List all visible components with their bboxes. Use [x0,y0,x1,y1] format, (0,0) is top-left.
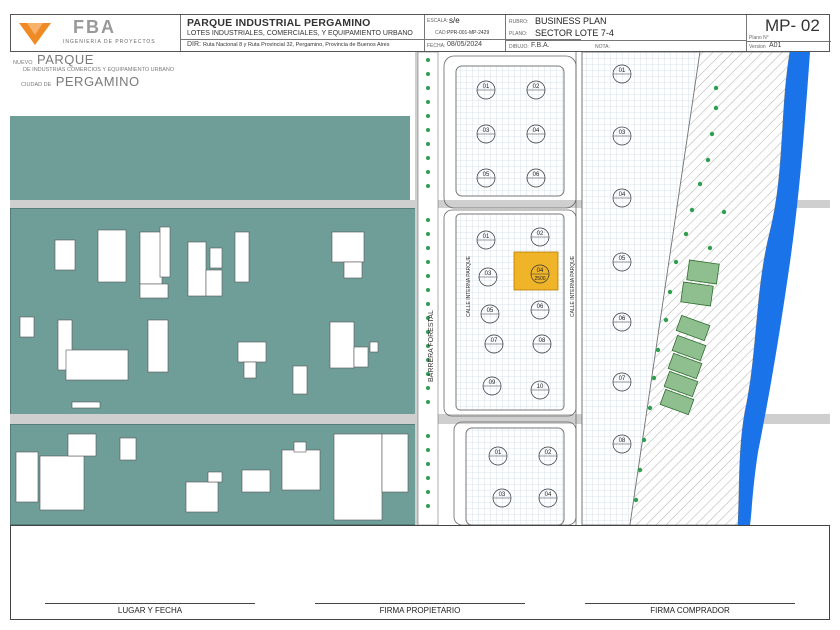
rubro-value: BUSINESS PLAN [535,16,607,26]
lot-number: 02 [533,84,540,90]
dibujo-value: F.B.A. [531,42,550,49]
nota-label: NOTA: [595,44,610,50]
signature-box: LUGAR Y FECHA FIRMA PROPIETARIO FIRMA CO… [10,525,830,620]
road-label-interna-1: CALLE INTERNA PARQUE [466,255,472,317]
lot-number: 07 [619,376,626,382]
address: Ruta Nacional 8 y Ruta Provincial 32, Pe… [203,42,390,48]
lot-number: 03 [485,271,492,277]
version-label: Version [749,44,766,50]
lot-number: 08 [539,338,546,344]
lot-number: 02 [545,450,552,456]
lot-number: 01 [495,450,502,456]
lot-number: 03 [499,492,506,498]
rubro-label: RUBRO: [509,19,529,25]
road-label-forestal: BARRERA FORESTAL [428,310,435,382]
rubro-cell: RUBRO: BUSINESS PLAN PLANO: SECTOR LOTE … [505,15,747,51]
lot-number: 02 [537,231,544,237]
lot-number: 01 [483,84,490,90]
lot-number: 04 [537,268,544,274]
sig-firma-propietario: FIRMA PROPIETARIO [379,606,461,615]
logo-cell: FBA INGENIERIA DE PROYECTOS [11,15,181,51]
project-subtitle: LOTES INDUSTRIALES, COMERCIALES, Y EQUIP… [187,30,413,37]
fecha-label: FECHA: [427,43,446,49]
note-nuevo: NUEVO [13,60,33,66]
lot-number: 04 [545,492,552,498]
lot-number: 05 [619,256,626,262]
lot-number: 06 [619,316,626,322]
lot-number: 05 [483,172,490,178]
project-title: PARQUE INDUSTRIAL PERGAMINO [187,17,371,29]
fba-logo-icon [19,23,51,45]
sig-lugar-fecha: LUGAR Y FECHA [117,606,183,615]
plano-label: PLANO: [509,31,528,37]
sheet-cell: MP- 02 Plano N° Version A01 [747,15,831,51]
lot-number: 10 [537,384,544,390]
lot-number: 08 [619,438,626,444]
cad-label: CAD: [435,30,447,36]
company-subtitle: INGENIERIA DE PROYECTOS [63,39,156,45]
lot-number: 06 [537,304,544,310]
map-title-note: NUEVO PARQUE DE INDUSTRIAS COMERCIOS Y E… [13,52,174,90]
lot-area: 2500 [534,276,545,282]
version-value: A01 [769,42,782,49]
escala-label: ESCALA: [427,18,449,24]
lot-number: 09 [489,380,496,386]
plano-value: SECTOR LOTE 7-4 [535,28,614,38]
lot-block-1 [455,65,565,197]
lot-number: 05 [487,308,494,314]
site-plan-map: 01 02 03 04 05 06 01 02 03 04 2500 05 06 07 08 09 10 01 02… [10,52,830,525]
note-ciudad: CIUDAD DE [21,81,52,88]
fecha-value: 08/05/2024 [447,41,483,48]
scale-cell: ESCALA: s/e CAD: PPR-001-MP-2429 FECHA: … [425,15,505,51]
sheet-code: MP- 02 [765,16,820,35]
lot-number: 06 [533,172,540,178]
lot-number: 03 [619,130,626,136]
note-parque: PARQUE [37,52,94,67]
road-label-interna-2: CALLE INTERNA PARQUE [570,255,576,317]
dibujo-label: DIBUJO: [509,44,529,50]
title-block: FBA INGENIERIA DE PROYECTOS PARQUE INDUS… [10,14,831,52]
lot-marker: 04 2500 [530,264,550,284]
company-name: FBA [73,17,116,37]
lot-number: 03 [483,128,490,134]
dir-label: DIR: [187,41,201,48]
sig-firma-comprador: FIRMA COMPRADOR [650,606,730,615]
project-cell: PARQUE INDUSTRIAL PERGAMINO LOTES INDUST… [181,15,581,51]
lot-number: 01 [483,234,490,240]
lot-block-3 [465,427,565,525]
lot-block-2 [455,213,565,411]
industrial-block-top [10,116,410,208]
lot-number: 07 [491,338,498,344]
cad-value: PPR-001-MP-2429 [447,30,490,36]
escala-value: s/e [449,16,460,25]
lot-number: 04 [533,128,540,134]
lot-number: 04 [619,192,626,198]
note-pergamino: PERGAMINO [55,73,140,89]
lot-number: 01 [619,68,626,74]
